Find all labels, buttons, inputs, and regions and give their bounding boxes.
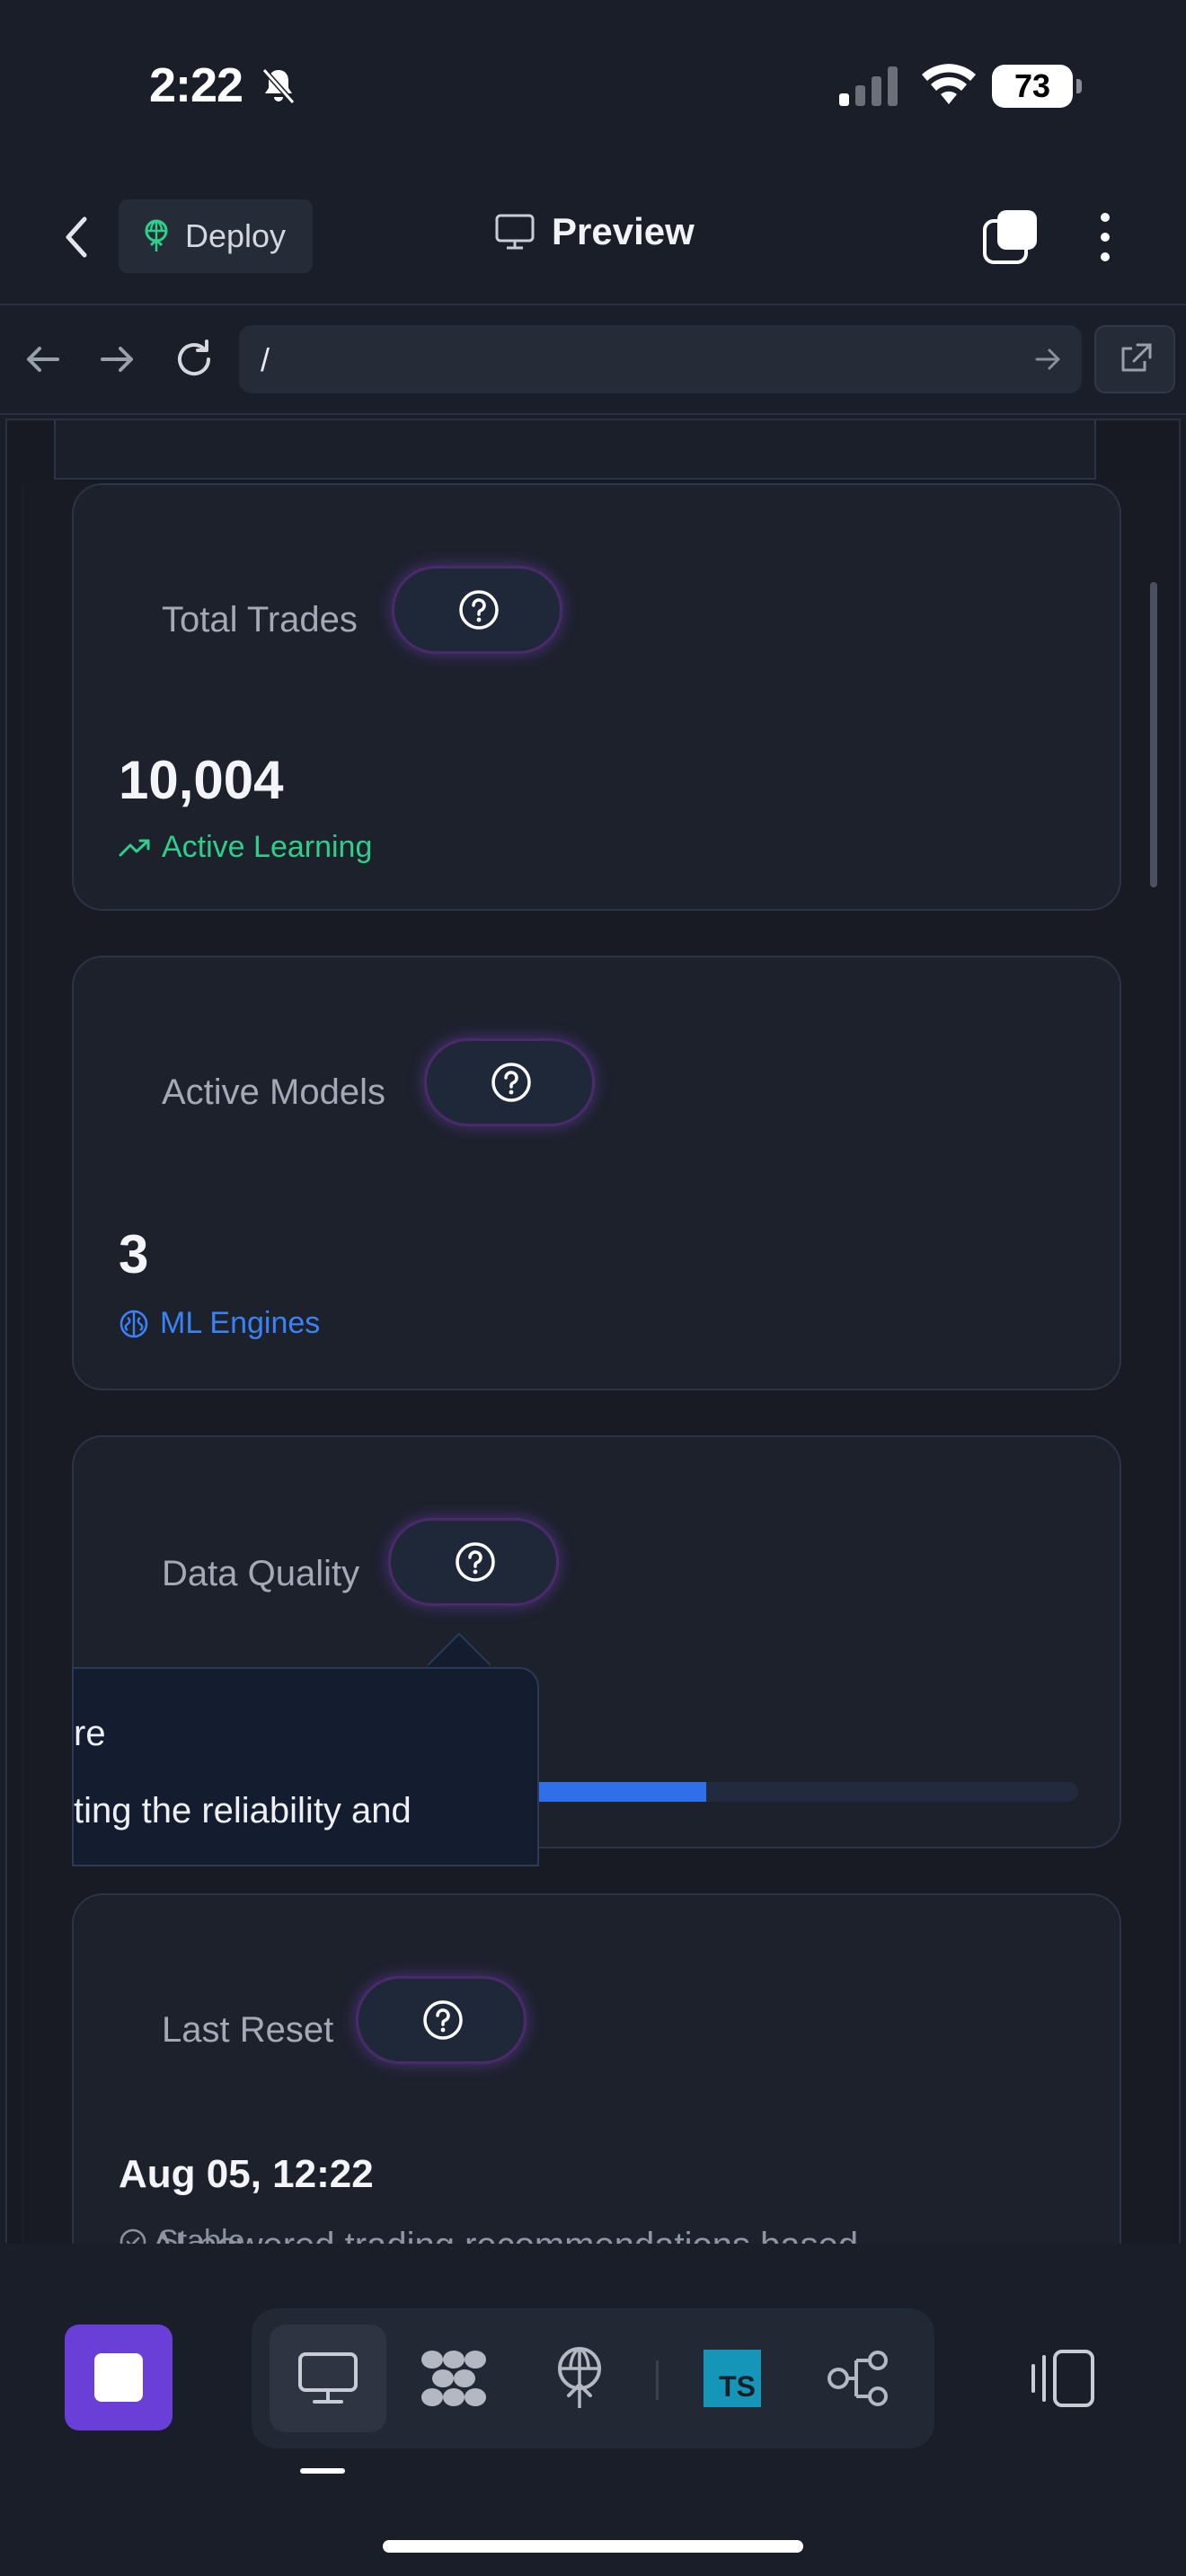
card-subtitle-text: Active Learning [162,830,373,864]
card-title: Data Quality [162,1554,360,1593]
card-subtitle-text: ML Engines [160,1306,321,1340]
nodes-icon [421,2351,486,2406]
preview-tool-button[interactable] [270,2325,386,2432]
wifi-icon [922,64,976,104]
scrollbar-thumb[interactable] [1150,582,1157,887]
deploy-globe-icon [145,219,168,251]
typescript-icon: TS [704,2350,761,2407]
status-bar: 2:22 73 [0,0,1186,171]
stat-card-total-trades: Total Trades 10,004 Active Learning [72,483,1121,911]
card-title: Total Trades [162,600,358,640]
open-external-button[interactable] [1094,325,1175,393]
card-value: Aug 05, 12:22 [119,2152,374,2196]
viewport-bottom-edge [5,2244,1181,2269]
preview-title: Preview [494,210,695,253]
question-circle-icon [459,590,499,630]
help-button[interactable] [388,1518,559,1606]
deploy-button[interactable]: Deploy [119,199,313,273]
clock: 2:22 [149,58,243,112]
go-arrow-icon[interactable] [1031,343,1064,375]
home-indicator [383,2540,803,2553]
url-bar: / [0,307,1186,415]
bottom-toolbar: TS [0,2269,1186,2576]
stat-card-active-models: Active Models 3 ML Engines [72,956,1121,1390]
brain-icon [119,1310,148,1337]
deploy-tool-button[interactable] [521,2325,638,2432]
help-button[interactable] [424,1038,595,1126]
panel-toggle-icon[interactable] [1028,2342,1100,2414]
tooltip-line: re [74,1714,106,1753]
help-button[interactable] [392,566,562,654]
top-nav: Deploy Preview [0,180,1186,305]
arrow-left-icon[interactable] [18,334,68,384]
tooltip-line: ting the reliability and [74,1791,412,1831]
stop-button[interactable] [65,2325,173,2430]
question-circle-icon [456,1542,495,1582]
arrow-right-icon[interactable] [92,334,142,384]
deploy-label: Deploy [185,217,287,254]
bell-muted-icon [261,68,296,104]
deploy-icon [558,2347,601,2408]
active-tab-indicator [300,2468,345,2474]
question-circle-icon [491,1063,531,1102]
help-tooltip: re ting the reliability and [72,1667,539,1866]
refresh-icon[interactable] [169,334,219,384]
preview-label: Preview [552,210,695,252]
url-input[interactable]: / [239,325,1082,393]
card-subtitle: Active Learning [119,830,372,865]
back-chevron-icon[interactable] [50,210,104,264]
card-subtitle: ML Engines [119,1306,320,1341]
card-value: 10,004 [119,750,284,810]
external-link-icon [1121,343,1152,372]
trending-up-icon [119,839,150,856]
desktop-icon [298,2352,358,2404]
previous-card-edge [54,420,1096,480]
question-circle-icon [423,2000,463,2040]
typescript-tool-button[interactable]: TS [674,2325,791,2432]
app-content[interactable]: Total Trades 10,004 Active Learning Acti… [22,483,1172,2249]
url-text: / [261,341,270,378]
battery-indicator: 73 [992,65,1082,108]
card-title: Last Reset [162,2010,334,2050]
typescript-label: TS [719,2370,756,2403]
data-quality-progress [539,1782,1078,1802]
card-value: 3 [119,1224,149,1284]
tool-group: TS [252,2308,934,2448]
workspace-tool-button[interactable] [395,2325,512,2432]
cell-signal-icon [839,66,898,106]
more-vertical-icon[interactable] [1087,208,1123,266]
toolbar-divider [656,2360,659,2400]
monitor-icon [495,214,535,250]
card-title: Active Models [162,1072,385,1112]
progress-fill [539,1782,706,1802]
flow-tool-button[interactable] [800,2325,916,2432]
tabs-icon[interactable] [981,208,1039,266]
flow-icon [828,2351,888,2406]
preview-viewport[interactable]: Total Trades 10,004 Active Learning Acti… [5,419,1181,2269]
stat-card-last-reset: Last Reset Aug 05, 12:22 Stable [72,1893,1121,2249]
help-button[interactable] [356,1976,527,2064]
